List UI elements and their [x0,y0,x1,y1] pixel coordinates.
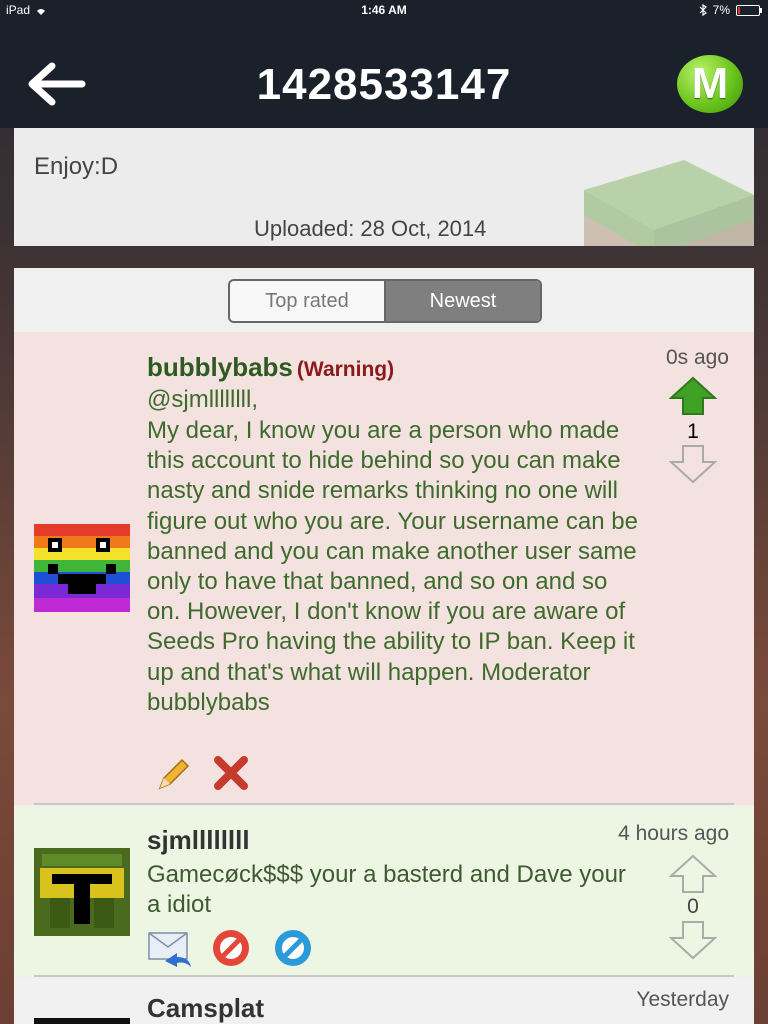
vote-score: 1 [687,420,699,443]
comment-username[interactable]: bubblybabs (Warning) [147,352,394,383]
comment-text: My dear, I know you are a person who mad… [147,417,638,716]
comment-divider [34,975,734,977]
user-avatar[interactable] [34,524,130,612]
edit-pencil-icon[interactable] [154,756,192,794]
user-avatar[interactable] [34,1018,130,1024]
tab-top-rated[interactable]: Top rated [230,281,386,321]
comments-panel: Top rated Newest bubblybabs (Warning) @sj… [14,268,754,1024]
battery-percent: 7% [712,3,730,17]
comment-item: sjmllllllll Gamecøck$$$ your a basterd a… [14,807,754,975]
block-red-icon[interactable] [210,927,252,969]
app-logo-button[interactable]: M [677,55,743,113]
warning-badge: (Warning) [296,358,395,381]
comment-timestamp: Yesterday [636,988,729,1011]
seed-description: Enjoy:D [34,153,119,180]
comment-timestamp: 0s ago [665,346,729,369]
logo-letter: M [691,59,729,108]
grass-block-icon [584,160,754,246]
vote-score: 0 [687,895,699,918]
navigation-bar: 1428533147 M [0,22,768,128]
upvote-arrow-icon[interactable] [669,854,717,894]
clock: 1:46 AM [361,3,407,17]
comment-username[interactable]: sjmllllllll [147,825,250,856]
block-blue-icon[interactable] [272,927,314,969]
bluetooth-icon [699,4,707,16]
reply-mail-icon[interactable] [147,927,193,969]
upload-date: Uploaded: 28 Oct, 2014 [254,216,487,241]
upvote-arrow-icon[interactable] [669,376,717,416]
sort-segmented-control[interactable]: Top rated Newest [228,279,542,323]
delete-x-icon[interactable] [212,754,250,792]
user-avatar[interactable] [34,848,130,936]
comment-text: Gamecøck$$$ your a basterd and Dave your… [147,861,626,918]
battery-icon [736,4,762,16]
seed-info-card: Enjoy:D Uploaded: 28 Oct, 2014 [14,128,754,246]
comment-mention: @sjmllllllll, [147,386,259,413]
downvote-arrow-icon[interactable] [669,444,717,484]
downvote-arrow-icon[interactable] [669,920,717,960]
comment-item: Camsplat Yesterday [14,978,754,1024]
comment-item: bubblybabs (Warning) @sjmllllllll, My dea… [14,332,754,805]
status-bar: iPad 1:46 AM 7% [0,0,768,22]
comment-timestamp: 4 hours ago [618,822,729,845]
comment-username[interactable]: Camsplat [147,993,264,1024]
comment-divider [34,803,734,805]
page-title: 1428533147 [256,60,512,109]
tab-newest[interactable]: Newest [386,281,540,321]
